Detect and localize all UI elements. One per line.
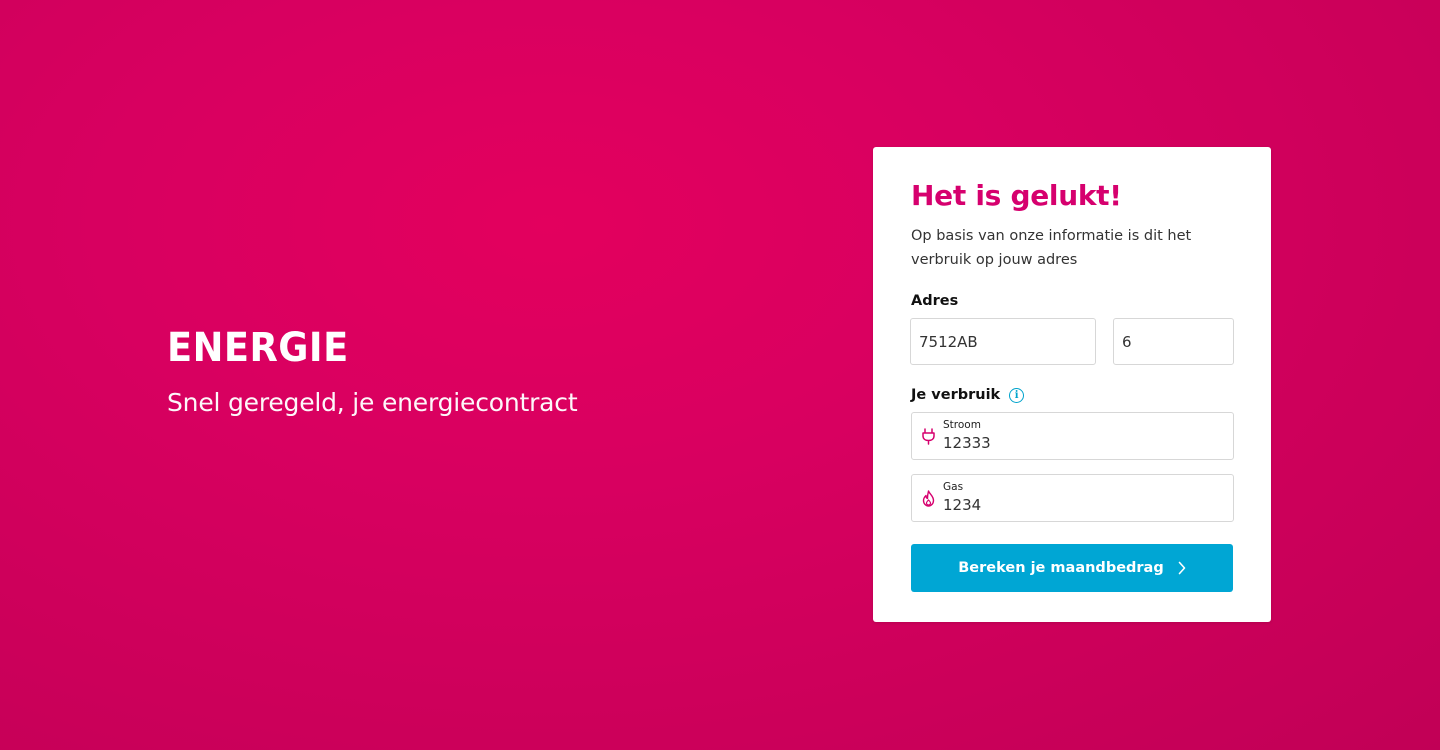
info-icon[interactable]: i — [1009, 387, 1025, 403]
house-number-value: 6 — [1122, 332, 1132, 351]
page-background: ENERGIE Snel geregeld, je energiecontrac… — [0, 0, 1440, 750]
gas-value: 1234 — [943, 496, 982, 514]
postcode-value: 7512AB — [919, 332, 978, 351]
card-intro-text: Op basis van onze informatie is dit het … — [911, 228, 1192, 268]
hero: ENERGIE Snel geregeld, je energiecontrac… — [167, 324, 578, 418]
stroom-field[interactable]: Stroom 12333 — [911, 412, 1234, 460]
chevron-right-icon — [1178, 561, 1186, 575]
stroom-label: Stroom — [943, 419, 981, 431]
usage-label: Je verbruik — [911, 387, 1001, 403]
calculation-card: Het is gelukt! Op basis van onze informa… — [873, 147, 1271, 622]
stroom-value: 12333 — [943, 434, 991, 452]
gas-label: Gas — [943, 481, 964, 493]
postcode-input[interactable]: 7512AB — [910, 318, 1096, 365]
plug-icon — [922, 428, 935, 445]
usage-label-row: Je verbruik i — [911, 387, 1025, 403]
hero-title: ENERGIE — [167, 325, 349, 371]
gas-field[interactable]: Gas 1234 — [911, 474, 1234, 522]
calculate-button[interactable]: Bereken je maandbedrag — [911, 544, 1233, 592]
hero-subtitle: Snel geregeld, je energiecontract — [167, 388, 578, 417]
calculate-button-label: Bereken je maandbedrag — [958, 560, 1164, 576]
address-label: Adres — [911, 293, 959, 309]
card-title: Het is gelukt! — [911, 179, 1122, 212]
flame-icon — [922, 490, 935, 507]
house-number-input[interactable]: 6 — [1113, 318, 1234, 365]
